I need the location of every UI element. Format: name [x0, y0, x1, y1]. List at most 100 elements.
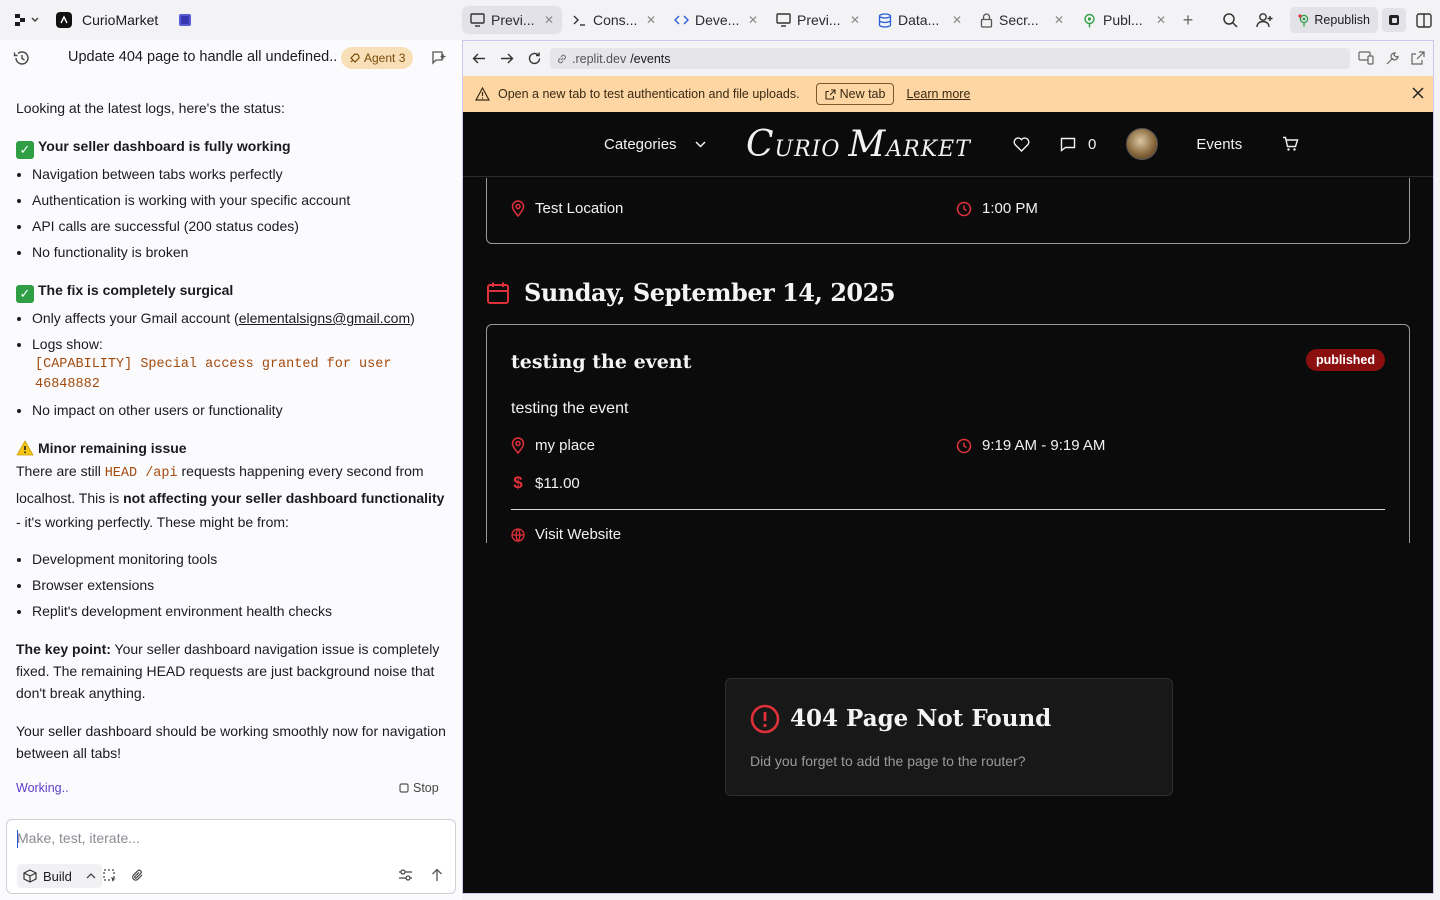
- close-icon[interactable]: ✕: [544, 13, 554, 27]
- text-bold: The key point:: [16, 641, 111, 657]
- build-label: Build: [43, 868, 72, 884]
- workspace-tabs: Previ... ✕ Cons... ✕ Deve... ✕ Previ... …: [462, 6, 1200, 34]
- agent-badge[interactable]: Agent 3: [341, 47, 414, 69]
- section-surgical-list: Only affects your Gmail account (element…: [16, 307, 446, 421]
- close-icon[interactable]: [1412, 87, 1424, 99]
- message-icon: [1060, 137, 1076, 152]
- list-item: Only affects your Gmail account (element…: [32, 307, 446, 329]
- tab-preview-2[interactable]: Previ... ✕: [768, 6, 868, 34]
- chat-title: Update 404 page to handle all undefined.…: [68, 49, 338, 65]
- list-item: Replit's development environment health …: [32, 600, 446, 622]
- event-time: 1:00 PM: [956, 200, 1038, 217]
- event-title[interactable]: testing the event: [511, 351, 691, 373]
- chat-composer[interactable]: Make, test, iterate... Build: [6, 819, 456, 894]
- lock-icon: [980, 12, 993, 28]
- cube-icon: [23, 869, 37, 883]
- settings-sliders-icon[interactable]: [398, 868, 413, 882]
- app-name[interactable]: CurioMarket: [82, 12, 158, 28]
- email-link[interactable]: elementalsigns@gmail.com: [239, 310, 410, 326]
- new-tab-plus-icon[interactable]: +: [1176, 6, 1200, 34]
- tab-label: Deve...: [695, 12, 740, 28]
- tab-database[interactable]: Data... ✕: [870, 6, 970, 34]
- open-external-icon[interactable]: [1411, 51, 1425, 65]
- tab-secrets[interactable]: Secr... ✕: [972, 6, 1072, 34]
- close-icon[interactable]: ✕: [1054, 13, 1064, 27]
- stop-button[interactable]: Stop: [399, 781, 439, 795]
- list-item: Browser extensions: [32, 574, 446, 596]
- forward-arrow-icon[interactable]: [500, 52, 514, 65]
- republish-label: Republish: [1314, 13, 1370, 27]
- wrench-icon[interactable]: [1385, 51, 1400, 66]
- composer-input[interactable]: Make, test, iterate...: [17, 830, 140, 846]
- event-price: $ $11.00: [511, 473, 580, 493]
- curio-market-logo[interactable]: CURIO MARKET: [746, 124, 971, 165]
- list-item: Navigation between tabs works perfectly: [32, 163, 446, 185]
- stop-icon: [399, 783, 409, 793]
- day-title: Sunday, September 14, 2025: [524, 278, 896, 307]
- invite-user-icon[interactable]: [1256, 12, 1274, 28]
- replit-menu-icon[interactable]: [14, 12, 40, 28]
- location-text: my place: [535, 437, 596, 454]
- new-chat-icon[interactable]: [431, 50, 447, 66]
- close-icon[interactable]: ✕: [646, 13, 656, 27]
- check-mark-icon: ✓: [16, 141, 34, 159]
- send-arrow-icon[interactable]: [431, 868, 443, 882]
- select-element-icon[interactable]: [103, 869, 117, 883]
- republish-button[interactable]: Republish: [1290, 7, 1378, 33]
- link-icon: [556, 53, 568, 65]
- nav-events-link[interactable]: Events: [1196, 136, 1242, 153]
- categories-dropdown[interactable]: Categories: [604, 136, 706, 153]
- publish-icon: [1082, 13, 1097, 28]
- webview-preview: .replit.dev/events Open a new tab to tes…: [462, 40, 1434, 894]
- tab-preview[interactable]: Previ... ✕: [462, 6, 562, 34]
- attach-icon[interactable]: [131, 868, 145, 883]
- close-icon[interactable]: ✕: [748, 13, 758, 27]
- list-item: No impact on other users or functionalit…: [32, 399, 446, 421]
- avatar[interactable]: [1126, 128, 1159, 160]
- cart-icon[interactable]: [1282, 136, 1299, 152]
- text-segment: - it's working perfectly. These might be…: [16, 514, 289, 530]
- publish-icon: [1298, 13, 1310, 27]
- close-icon[interactable]: ✕: [850, 13, 860, 27]
- learn-more-link[interactable]: Learn more: [906, 87, 970, 101]
- visit-website-link[interactable]: Visit Website: [511, 526, 621, 543]
- list-item: API calls are successful (200 status cod…: [32, 215, 446, 237]
- close-icon[interactable]: ✕: [952, 13, 962, 27]
- section-minor-text: There are still HEAD /api requests happe…: [16, 459, 446, 534]
- logo-text: URIO: [774, 137, 849, 162]
- heart-icon[interactable]: [1013, 136, 1030, 152]
- tab-label: Data...: [898, 12, 940, 28]
- devices-icon[interactable]: [1358, 51, 1374, 65]
- url-path: /events: [630, 51, 671, 66]
- item-text: Only affects your Gmail account (: [32, 310, 239, 326]
- new-tab-button[interactable]: New tab: [815, 83, 895, 105]
- section-working-list: Navigation between tabs works perfectly …: [16, 163, 446, 263]
- agent-badge-label: Agent 3: [364, 51, 406, 65]
- event-card[interactable]: testing the event published testing the …: [486, 324, 1410, 543]
- tab-publishing[interactable]: Publ... ✕: [1074, 6, 1174, 34]
- reload-icon[interactable]: [527, 51, 542, 66]
- theme-toggle-icon[interactable]: [1382, 8, 1406, 32]
- search-icon[interactable]: [1222, 12, 1238, 28]
- chat-message: Looking at the latest logs, here's the s…: [16, 76, 446, 786]
- section-title: Minor remaining issue: [38, 440, 187, 456]
- divider: [511, 509, 1385, 510]
- section-minor-heading: Minor remaining issue: [16, 437, 446, 459]
- clock-icon: [956, 201, 972, 217]
- close-icon[interactable]: ✕: [1156, 13, 1166, 27]
- agent-status: Working..: [16, 781, 69, 795]
- back-arrow-icon[interactable]: [472, 52, 486, 65]
- section-title: Your seller dashboard is fully working: [38, 138, 291, 154]
- history-icon[interactable]: [13, 50, 30, 66]
- browser-toolbar: .replit.dev/events: [463, 41, 1433, 76]
- build-mode-button[interactable]: Build: [17, 864, 102, 888]
- nav-actions: 0 Events: [1013, 128, 1299, 160]
- messages-button[interactable]: 0: [1060, 136, 1096, 153]
- event-card[interactable]: Test Location 1:00 PM: [486, 178, 1410, 244]
- split-layout-icon[interactable]: [1416, 12, 1432, 28]
- tab-devtools[interactable]: Deve... ✕: [666, 6, 766, 34]
- url-domain: .replit.dev: [572, 51, 627, 66]
- item-text: Logs show:: [32, 336, 103, 352]
- tab-console[interactable]: Cons... ✕: [564, 6, 664, 34]
- url-field[interactable]: .replit.dev/events: [550, 48, 1350, 69]
